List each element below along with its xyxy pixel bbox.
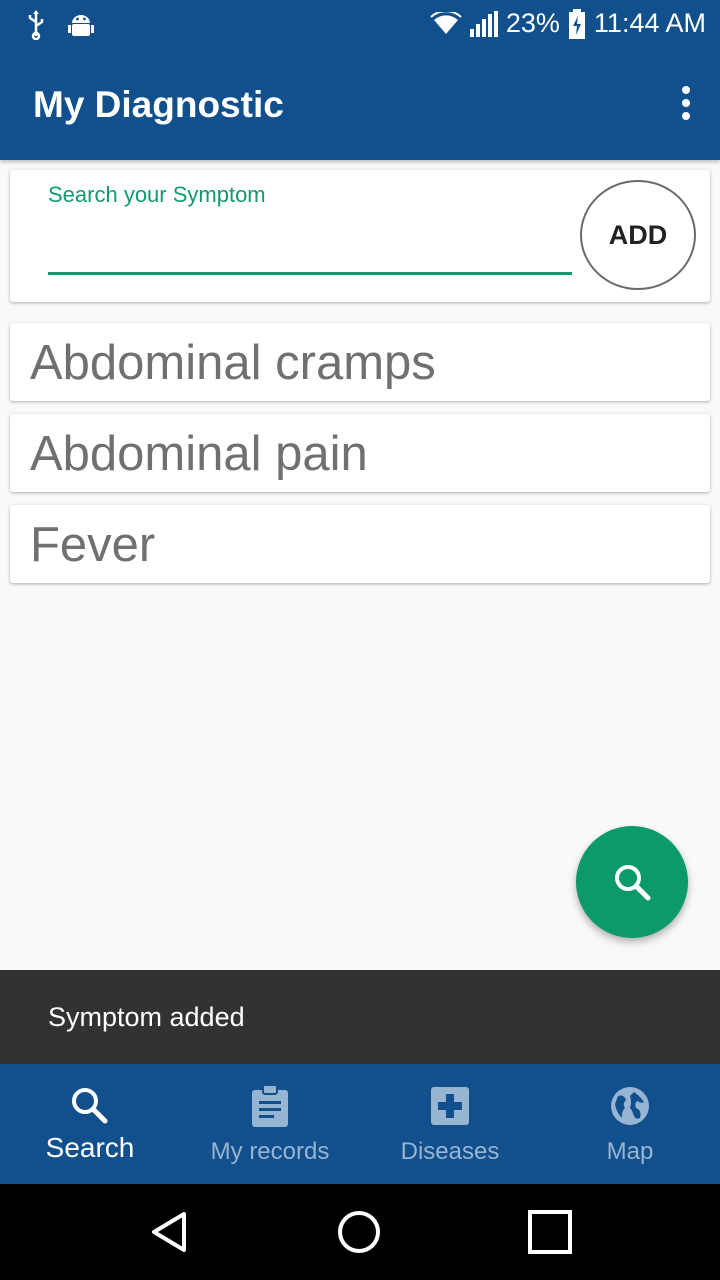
back-icon[interactable] [146,1208,194,1256]
search-icon [72,1088,108,1124]
app-bar: My Diagnostic [0,50,720,160]
snackbar: Symptom added [0,970,720,1064]
nav-item-my-records[interactable]: My records [180,1064,360,1184]
search-fab[interactable] [576,826,688,938]
nav-label: Map [606,1138,654,1165]
usb-icon [28,10,44,40]
nav-label: Diseases [400,1138,500,1165]
search-label: Search your Symptom [48,182,266,207]
system-nav-bar [0,1184,720,1280]
symptom-name: Abdominal pain [30,427,368,481]
symptom-name: Fever [30,518,156,572]
symptom-name: Abdominal cramps [30,336,436,390]
list-item[interactable]: Abdominal cramps [10,323,710,401]
nav-item-search[interactable]: Search [0,1064,180,1184]
nav-item-diseases[interactable]: Diseases [360,1064,540,1184]
clock: 11:44 AM [593,8,706,38]
clipboard-icon [252,1085,288,1127]
medical-cross-icon [431,1087,469,1125]
globe-icon [611,1087,649,1125]
list-item[interactable]: Abdominal pain [10,414,710,492]
search-input[interactable] [48,218,572,275]
battery-charging-icon [568,8,585,39]
more-vert-icon[interactable] [680,86,692,126]
battery-percent: 23% [505,8,560,38]
signal-icon [469,10,498,37]
wifi-icon [430,11,462,34]
status-bar: 23% 11:44 AM [0,0,720,50]
recents-icon[interactable] [526,1208,574,1256]
search-card: Search your Symptom ADD [10,170,710,302]
search-icon [615,865,651,901]
nav-label: My records [210,1138,330,1165]
bottom-nav: Search My records Diseases Map [0,1064,720,1184]
add-button[interactable]: ADD [580,180,696,290]
home-icon[interactable] [335,1208,383,1256]
snackbar-message: Symptom added [48,1002,245,1032]
nav-label: Search [45,1132,135,1163]
android-debug-icon [68,15,94,36]
list-item[interactable]: Fever [10,505,710,583]
nav-item-map[interactable]: Map [540,1064,720,1184]
page-title: My Diagnostic [33,84,284,125]
